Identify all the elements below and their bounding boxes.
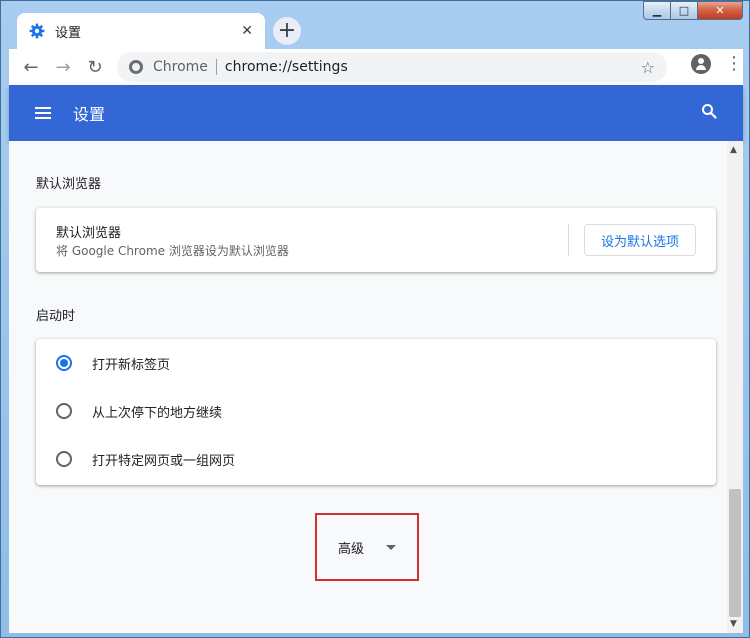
account-icon[interactable] bbox=[691, 53, 711, 74]
default-browser-subtitle: 将 Google Chrome 浏览器设为默认浏览器 bbox=[56, 244, 289, 258]
startup-option-label: 从上次停下的地方继续 bbox=[92, 405, 223, 421]
startup-option-continue[interactable]: 从上次停下的地方继续 bbox=[56, 399, 222, 423]
address-bar[interactable]: Chrome chrome://settings ☆ bbox=[117, 52, 667, 82]
scroll-down-icon[interactable]: ▼ bbox=[730, 619, 737, 629]
new-tab-button[interactable]: + bbox=[273, 17, 301, 45]
radio-unchecked-icon[interactable] bbox=[56, 451, 72, 467]
menu-kebab-icon[interactable]: ⋮ bbox=[725, 53, 743, 74]
radio-checked-icon[interactable] bbox=[56, 355, 72, 371]
advanced-label: 高级 bbox=[337, 541, 364, 557]
on-startup-card: 打开新标签页 从上次停下的地方继续 打开特定网页或一组网页 bbox=[36, 339, 716, 485]
startup-option-specific-pages[interactable]: 打开特定网页或一组网页 bbox=[56, 447, 235, 471]
toolbar-right: ⋮ bbox=[691, 53, 743, 74]
search-icon[interactable] bbox=[701, 103, 717, 119]
scroll-up-icon[interactable]: ▲ bbox=[730, 145, 737, 155]
default-browser-title: 默认浏览器 bbox=[56, 226, 122, 241]
startup-option-label: 打开特定网页或一组网页 bbox=[92, 453, 236, 469]
bookmark-star-icon[interactable]: ☆ bbox=[641, 58, 655, 77]
card-divider bbox=[568, 224, 569, 256]
caret-down-icon bbox=[386, 544, 396, 550]
set-default-button[interactable]: 设为默认选项 bbox=[584, 224, 696, 256]
startup-option-label: 打开新标签页 bbox=[92, 357, 171, 373]
section-title-on-startup: 启动时 bbox=[36, 309, 76, 324]
tab-title: 设置 bbox=[55, 25, 82, 41]
advanced-toggle[interactable]: 高级 bbox=[315, 513, 419, 581]
address-separator bbox=[215, 59, 217, 75]
tab-settings[interactable]: 设置 ✕ bbox=[17, 13, 265, 49]
settings-header: 设置 bbox=[9, 85, 743, 141]
vertical-scrollbar[interactable]: ▲ ▼ bbox=[727, 141, 743, 633]
back-button[interactable]: ← bbox=[15, 51, 47, 83]
tab-close-icon[interactable]: ✕ bbox=[241, 23, 253, 39]
gear-icon bbox=[29, 23, 45, 39]
address-host: Chrome bbox=[153, 59, 208, 75]
tab-strip: 设置 ✕ + bbox=[9, 13, 741, 49]
default-browser-card: 默认浏览器 将 Google Chrome 浏览器设为默认浏览器 设为默认选项 bbox=[36, 208, 716, 272]
section-title-default-browser: 默认浏览器 bbox=[36, 177, 102, 192]
startup-option-new-tab[interactable]: 打开新标签页 bbox=[56, 351, 170, 375]
radio-unchecked-icon[interactable] bbox=[56, 403, 72, 419]
scrollbar-thumb[interactable] bbox=[729, 489, 741, 617]
settings-content: 默认浏览器 默认浏览器 将 Google Chrome 浏览器设为默认浏览器 设… bbox=[9, 141, 727, 633]
forward-button[interactable]: → bbox=[47, 51, 79, 83]
reload-button[interactable]: ↻ bbox=[79, 51, 111, 83]
toolbar: ← → ↻ Chrome chrome://settings ☆ ⋮ bbox=[9, 49, 743, 85]
hamburger-icon[interactable] bbox=[35, 107, 51, 119]
page-title: 设置 bbox=[73, 105, 106, 124]
browser-window: ▁ □ ✕ 设置 ✕ + ← → ↻ Chrome chrome://setti… bbox=[0, 0, 750, 638]
address-url[interactable]: chrome://settings bbox=[225, 59, 641, 75]
chrome-icon bbox=[129, 60, 143, 74]
